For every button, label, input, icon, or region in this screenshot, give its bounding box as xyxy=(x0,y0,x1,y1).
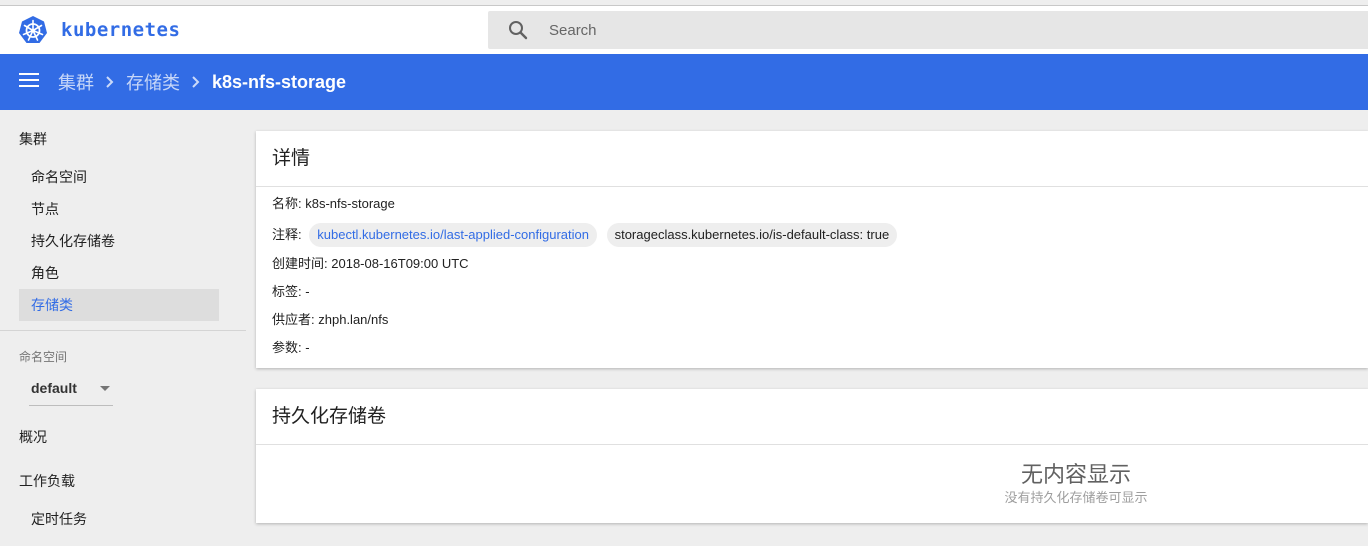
detail-name-label: 名称: xyxy=(272,196,302,211)
detail-provisioner-row: 供应者: zhph.lan/nfs xyxy=(272,310,388,330)
sidebar-item-overview[interactable]: 概况 xyxy=(19,421,219,453)
sidebar: 集群 命名空间 节点 持久化存储卷 角色 存储类 命名空间 default 概况… xyxy=(0,110,246,546)
pv-card-title: 持久化存储卷 xyxy=(256,389,1368,445)
detail-annotations-label: 注释: xyxy=(272,227,302,242)
detail-provisioner-value: zhph.lan/nfs xyxy=(318,312,389,327)
details-card-title: 详情 xyxy=(256,131,1368,187)
detail-created-value: 2018-08-16T09:00 UTC xyxy=(331,256,469,271)
dropdown-arrow-icon xyxy=(100,386,110,391)
namespace-select[interactable]: default xyxy=(29,374,113,406)
sidebar-item-workloads[interactable]: 工作负载 xyxy=(19,465,219,497)
detail-params-row: 参数: - xyxy=(272,338,310,358)
detail-name-row: 名称: k8s-nfs-storage xyxy=(272,194,395,214)
annotation-chip-default-class: storageclass.kubernetes.io/is-default-cl… xyxy=(606,223,898,247)
breadcrumb-cluster[interactable]: 集群 xyxy=(58,69,94,95)
sidebar-divider xyxy=(0,330,246,331)
detail-params-label: 参数: xyxy=(272,340,302,355)
detail-provisioner-label: 供应者: xyxy=(272,312,315,327)
details-card: 详情 名称: k8s-nfs-storage 注释: kubectl.kuber… xyxy=(256,131,1368,368)
empty-state-title: 无内容显示 xyxy=(1020,462,1131,487)
search-input[interactable] xyxy=(549,11,1329,49)
detail-labels-row: 标签: - xyxy=(272,282,310,302)
sidebar-item-storage-classes[interactable]: 存储类 xyxy=(19,289,219,321)
detail-name-value: k8s-nfs-storage xyxy=(305,196,395,211)
detail-labels-value: - xyxy=(305,284,310,299)
breadcrumb-storageclass[interactable]: 存储类 xyxy=(126,69,180,95)
page-header: 集群 存储类 k8s-nfs-storage xyxy=(0,54,1368,110)
namespace-label: 命名空间 xyxy=(19,350,68,364)
detail-params-value: - xyxy=(305,340,310,355)
kubernetes-logo[interactable] xyxy=(18,15,48,45)
breadcrumb: 集群 存储类 k8s-nfs-storage xyxy=(58,54,346,110)
sidebar-item-persistent-volumes[interactable]: 持久化存储卷 xyxy=(19,225,219,257)
detail-annotations-row: 注释: kubectl.kubernetes.io/last-applied-c… xyxy=(272,222,898,248)
detail-created-row: 创建时间: 2018-08-16T09:00 UTC xyxy=(272,254,469,274)
namespace-value: default xyxy=(31,380,77,396)
sidebar-item-cronjobs[interactable]: 定时任务 xyxy=(19,503,219,535)
search-bar[interactable] xyxy=(488,11,1368,49)
persistent-volumes-card: 持久化存储卷 无内容显示 没有持久化存储卷可显示 xyxy=(256,389,1368,523)
top-bar: kubernetes xyxy=(0,6,1368,54)
app-brand[interactable]: kubernetes xyxy=(61,19,180,41)
sidebar-item-nodes[interactable]: 节点 xyxy=(19,193,219,225)
sidebar-section-cluster[interactable]: 集群 xyxy=(19,123,219,155)
menu-icon[interactable] xyxy=(19,73,39,89)
empty-state-subtitle: 没有持久化存储卷可显示 xyxy=(1004,490,1148,505)
search-icon xyxy=(509,21,528,40)
detail-labels-label: 标签: xyxy=(272,284,302,299)
sidebar-item-roles[interactable]: 角色 xyxy=(19,257,219,289)
detail-created-label: 创建时间: xyxy=(272,256,328,271)
chevron-right-icon xyxy=(94,72,126,92)
annotation-chip-last-applied[interactable]: kubectl.kubernetes.io/last-applied-confi… xyxy=(309,223,597,247)
breadcrumb-current: k8s-nfs-storage xyxy=(212,71,347,92)
chevron-right-icon xyxy=(180,72,212,92)
sidebar-item-namespaces[interactable]: 命名空间 xyxy=(19,161,219,193)
